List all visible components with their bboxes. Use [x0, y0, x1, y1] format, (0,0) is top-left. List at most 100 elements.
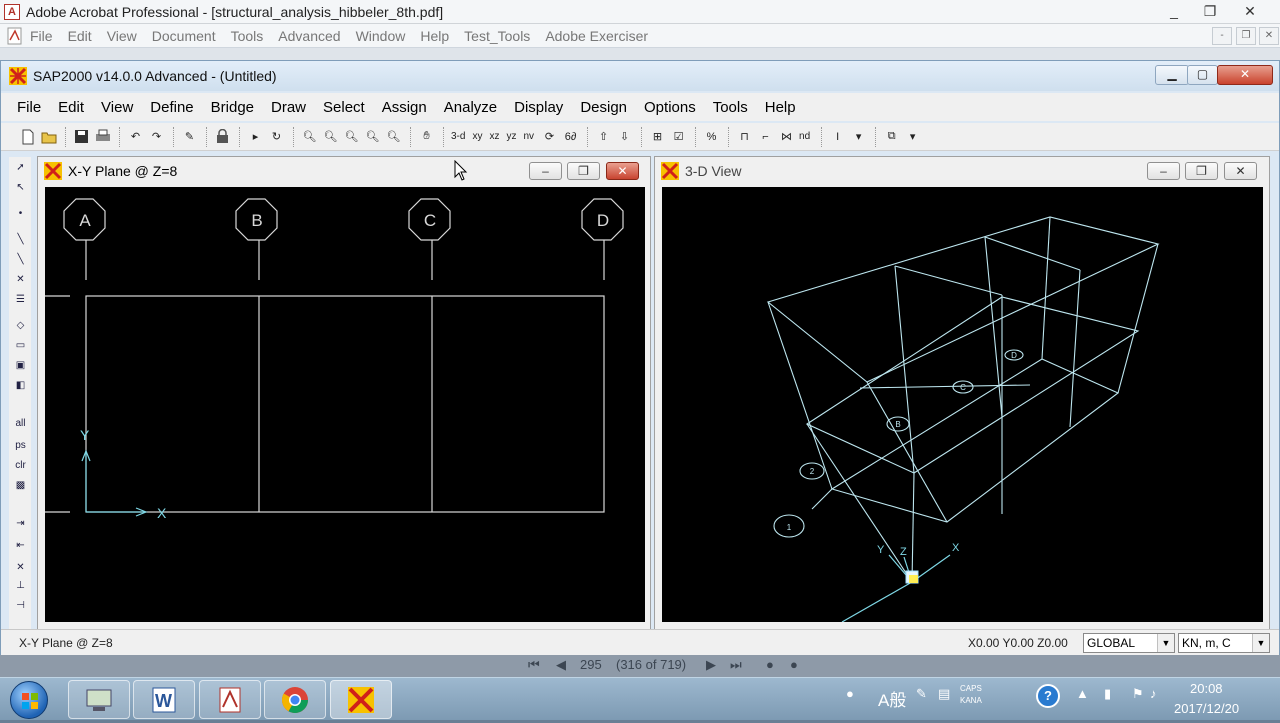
- view-xy-button[interactable]: xy: [472, 128, 482, 145]
- perspective-icon[interactable]: 6∂: [562, 128, 579, 145]
- acrobat-menu-help[interactable]: Help: [420, 28, 449, 44]
- menu-define[interactable]: Define: [150, 99, 193, 116]
- go-back-icon[interactable]: ●: [766, 657, 774, 672]
- new-file-icon[interactable]: [19, 128, 36, 145]
- previous-page-icon[interactable]: ◀: [556, 657, 566, 673]
- percent-icon[interactable]: %: [703, 128, 720, 145]
- draw-frame-icon[interactable]: ╲: [12, 231, 29, 247]
- snap-ends-icon[interactable]: ⇤: [12, 537, 29, 553]
- menu-view[interactable]: View: [101, 99, 133, 116]
- check-icon[interactable]: ☑: [670, 128, 687, 145]
- view-xz-button[interactable]: xz: [489, 128, 499, 145]
- undo-icon[interactable]: ↶: [127, 128, 144, 145]
- taskbar-app-computer[interactable]: [68, 680, 130, 719]
- doc-restore-button[interactable]: ❐: [1236, 27, 1256, 45]
- acrobat-close-button[interactable]: ✕: [1232, 0, 1268, 24]
- menu-tools[interactable]: Tools: [713, 99, 748, 116]
- clock-date[interactable]: 2017/12/20: [1174, 701, 1239, 716]
- quick-draw-area-icon[interactable]: ▣: [12, 357, 29, 373]
- lock-icon[interactable]: [214, 128, 231, 145]
- menu-draw[interactable]: Draw: [271, 99, 306, 116]
- acrobat-menu-test-tools[interactable]: Test_Tools: [464, 28, 530, 44]
- view-yz-button[interactable]: yz: [506, 128, 516, 145]
- zoom-previous-icon[interactable]: 🔍︎: [385, 128, 402, 145]
- first-page-icon[interactable]: ⏮: [528, 657, 540, 673]
- previous-selection-button[interactable]: ps: [12, 437, 29, 453]
- acrobat-menu-adobe-exerciser[interactable]: Adobe Exerciser: [545, 28, 648, 44]
- acrobat-minimize-button[interactable]: _: [1156, 0, 1192, 24]
- sap-close-button[interactable]: ✕: [1217, 65, 1273, 85]
- tray-app-icon[interactable]: ●: [846, 686, 854, 701]
- acrobat-menu-view[interactable]: View: [107, 28, 137, 44]
- move-up-icon[interactable]: ⇧: [595, 128, 612, 145]
- chevron-down-icon[interactable]: ▼: [1157, 634, 1174, 652]
- zoom-in-icon[interactable]: 🔍︎: [343, 128, 360, 145]
- taskbar-app-sap2000[interactable]: [330, 680, 392, 719]
- go-forward-icon[interactable]: ●: [790, 657, 798, 672]
- zoom-restore-icon[interactable]: 🔍︎: [322, 128, 339, 145]
- menu-display[interactable]: Display: [514, 99, 563, 116]
- menu-design[interactable]: Design: [580, 99, 627, 116]
- network-icon[interactable]: ▮: [1104, 686, 1111, 702]
- select-all-button[interactable]: all: [12, 415, 29, 431]
- set-display-options-icon[interactable]: ⊞: [649, 128, 666, 145]
- units-select[interactable]: KN, m, C ▼: [1178, 633, 1270, 653]
- action-center-icon[interactable]: ⚑: [1132, 686, 1144, 702]
- view-3d-button[interactable]: 3-d: [451, 128, 465, 145]
- rotate-view-icon[interactable]: ↻: [268, 128, 285, 145]
- coord-system-select[interactable]: GLOBAL ▼: [1083, 633, 1175, 653]
- acrobat-menu-file[interactable]: File: [30, 28, 53, 44]
- snap-perpendicular-icon[interactable]: ⊥: [12, 577, 29, 593]
- pointer-icon[interactable]: ➚: [12, 159, 29, 175]
- draw-joint-icon[interactable]: •: [12, 205, 29, 221]
- menu-bridge[interactable]: Bridge: [211, 99, 254, 116]
- clock-time[interactable]: 20:08: [1190, 681, 1223, 696]
- move-down-icon[interactable]: ⇩: [616, 128, 633, 145]
- draw-rect-area-icon[interactable]: ▭: [12, 337, 29, 353]
- acrobat-menu-tools[interactable]: Tools: [231, 28, 264, 44]
- intersecting-line-icon[interactable]: ▩: [12, 477, 29, 493]
- page-number-input[interactable]: 295: [580, 657, 602, 672]
- quick-draw-secondary-icon[interactable]: ☰: [12, 291, 29, 307]
- volume-icon[interactable]: ♪: [1150, 686, 1157, 701]
- menu-select[interactable]: Select: [323, 99, 365, 116]
- xy-pane-minimize-button[interactable]: –: [529, 162, 562, 180]
- save-icon[interactable]: [73, 128, 90, 145]
- draw-brace-icon[interactable]: ✕: [12, 271, 29, 287]
- next-page-icon[interactable]: ▶: [706, 657, 716, 673]
- run-analysis-icon[interactable]: ▸: [247, 128, 264, 145]
- display-table-icon[interactable]: ⧉: [883, 128, 900, 145]
- view3d-pane-restore-button[interactable]: ❐: [1185, 162, 1218, 180]
- zoom-out-icon[interactable]: 🔍︎: [364, 128, 381, 145]
- draw-poly-area-icon[interactable]: ◇: [12, 317, 29, 333]
- xy-plane-canvas[interactable]: A B C D Y X: [45, 187, 645, 622]
- print-icon[interactable]: [94, 128, 111, 145]
- frame-loads-icon[interactable]: ⋈: [778, 128, 795, 145]
- snap-points-icon[interactable]: ⇥: [12, 515, 29, 531]
- xy-pane-close-button[interactable]: ✕: [606, 162, 639, 180]
- start-button[interactable]: [10, 681, 48, 719]
- show-hidden-icons-icon[interactable]: ▲: [1076, 686, 1089, 701]
- xy-pane-restore-button[interactable]: ❐: [567, 162, 600, 180]
- clear-selection-button[interactable]: clr: [12, 457, 29, 473]
- view3d-pane-close-button[interactable]: ✕: [1224, 162, 1257, 180]
- view-nv-button[interactable]: nv: [523, 128, 534, 145]
- snap-intersections-icon[interactable]: ✕: [12, 559, 29, 575]
- refresh-view-icon[interactable]: ⟳: [541, 128, 558, 145]
- pan-icon[interactable]: ✋︎: [418, 128, 435, 145]
- frame-releases-icon[interactable]: ⌐: [757, 128, 774, 145]
- menu-file[interactable]: File: [17, 99, 41, 116]
- acrobat-menu-window[interactable]: Window: [356, 28, 406, 44]
- menu-edit[interactable]: Edit: [58, 99, 84, 116]
- redo-icon[interactable]: ↷: [148, 128, 165, 145]
- snap-lines-icon[interactable]: ⊣: [12, 597, 29, 613]
- taskbar-app-chrome[interactable]: [264, 680, 326, 719]
- dropdown-arrow-icon[interactable]: ▾: [904, 128, 921, 145]
- menu-assign[interactable]: Assign: [382, 99, 427, 116]
- reshape-icon[interactable]: ↖: [12, 179, 29, 195]
- taskbar-app-word[interactable]: W: [133, 680, 195, 719]
- ime-dictionary-icon[interactable]: ▤: [938, 686, 950, 702]
- acrobat-menu-document[interactable]: Document: [152, 28, 216, 44]
- ime-indicator[interactable]: A般: [878, 686, 906, 711]
- help-icon[interactable]: ?: [1036, 684, 1060, 708]
